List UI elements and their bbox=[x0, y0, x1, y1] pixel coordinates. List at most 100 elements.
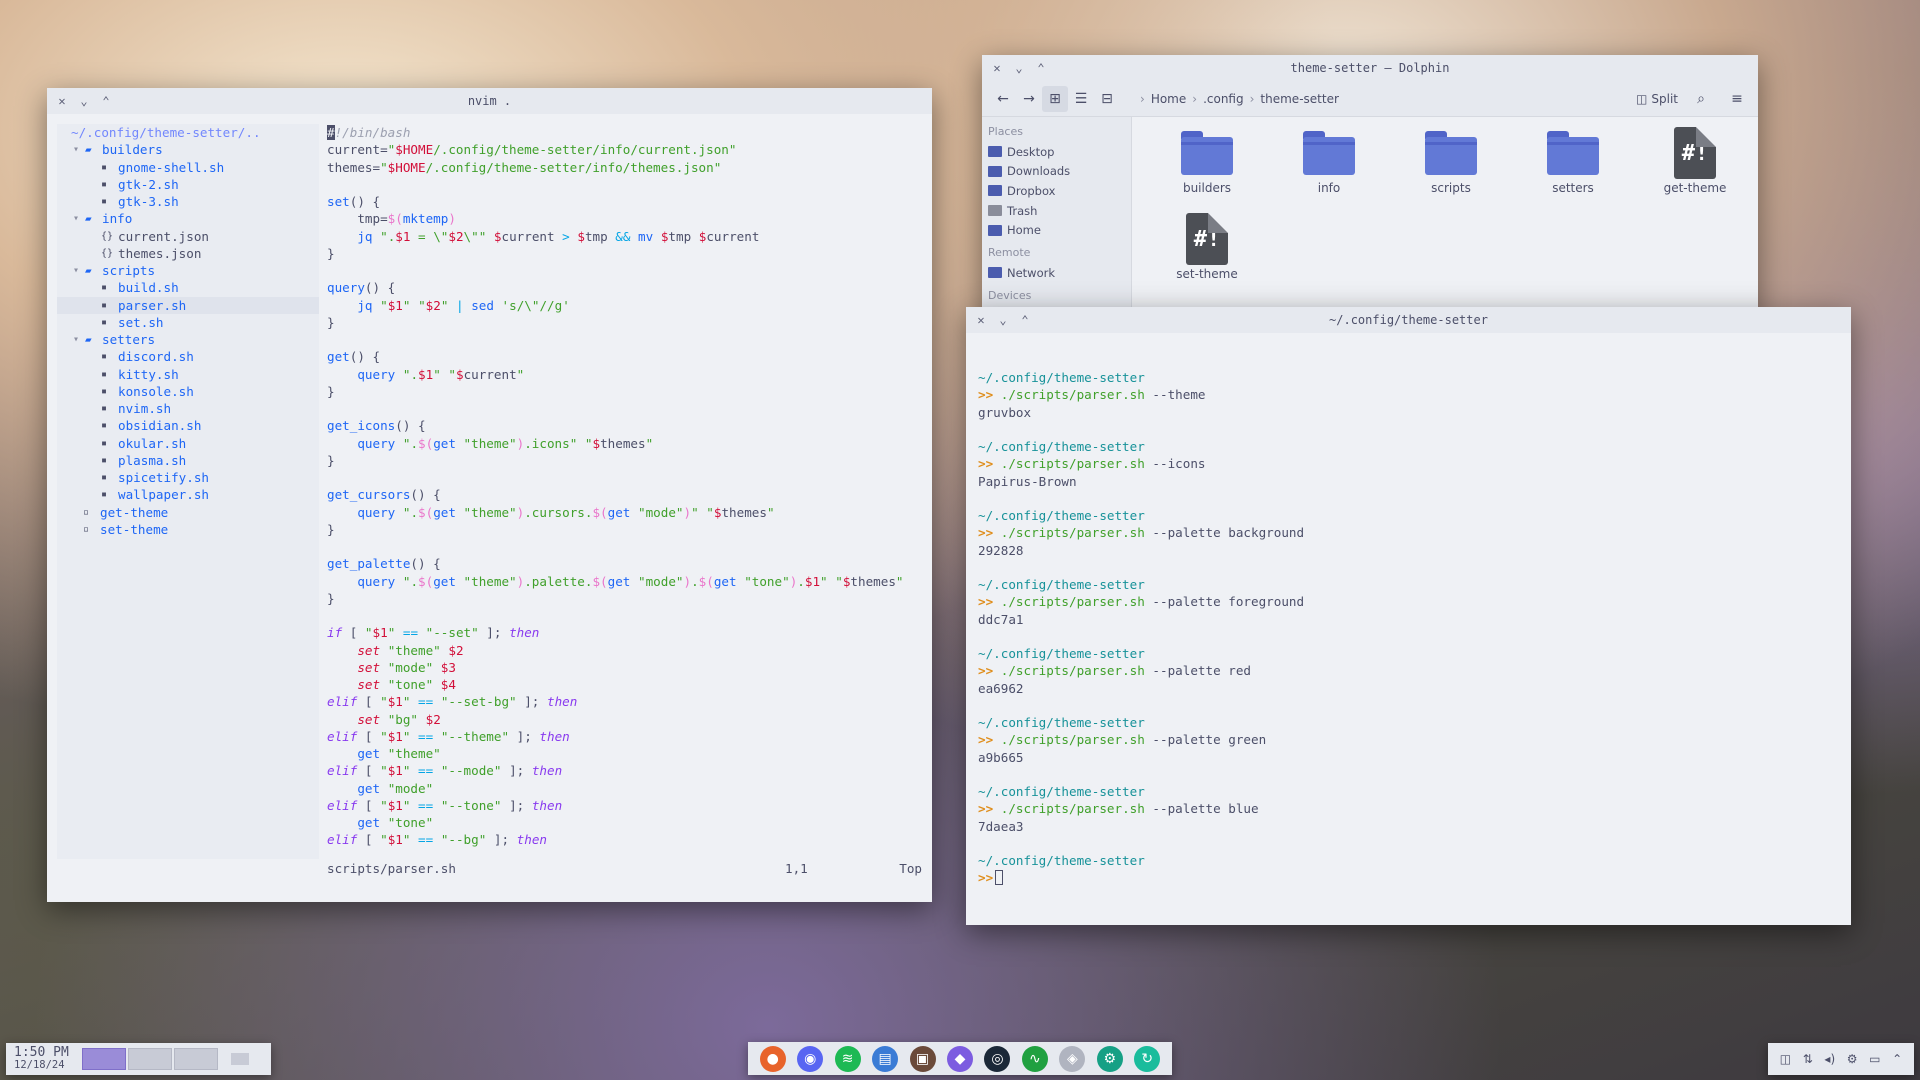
folder-icon: ▰ bbox=[85, 264, 92, 277]
chevron-up-icon[interactable]: ⌃ bbox=[1892, 1052, 1902, 1066]
places-item-home[interactable]: Home bbox=[986, 220, 1127, 240]
left-panel: 1:50 PM 12/18/24 bbox=[6, 1043, 271, 1075]
dir-label: setters bbox=[102, 332, 156, 347]
firefox-icon[interactable]: ● bbox=[759, 1045, 786, 1072]
chevron-down-icon: ▾ bbox=[73, 213, 80, 225]
code-line: set() { bbox=[327, 194, 381, 209]
tree-file[interactable]: ▫ get-theme bbox=[57, 504, 319, 521]
monitor-icon[interactable]: ∿ bbox=[1021, 1045, 1048, 1072]
folder-item[interactable]: builders bbox=[1146, 127, 1268, 213]
tree-file[interactable]: ▪ wallpaper.sh bbox=[57, 486, 319, 503]
code-line: get_cursors() { bbox=[327, 487, 441, 503]
script-item[interactable]: #! set-theme bbox=[1146, 213, 1268, 299]
tree-file[interactable]: {} current.json bbox=[57, 228, 319, 245]
discord-icon[interactable]: ◉ bbox=[797, 1045, 824, 1072]
file-label: discord.sh bbox=[118, 349, 194, 365]
close-icon[interactable]: ✕ bbox=[986, 55, 1008, 81]
breadcrumb-item[interactable]: theme-setter bbox=[1260, 92, 1338, 106]
minimize-icon[interactable]: ⌄ bbox=[73, 88, 95, 114]
places-item-desktop[interactable]: Desktop bbox=[986, 142, 1127, 162]
discord-tray-icon[interactable]: ◫ bbox=[1780, 1052, 1791, 1066]
tree-dir-info[interactable]: ▾ ▰ info bbox=[57, 210, 319, 227]
places-item-dropbox[interactable]: Dropbox bbox=[986, 181, 1127, 201]
tree-file[interactable]: {} themes.json bbox=[57, 245, 319, 262]
hamburger-menu-icon[interactable]: ≡ bbox=[1724, 86, 1750, 112]
tree-file[interactable]: ▪ gtk-2.sh bbox=[57, 176, 319, 193]
tree-file[interactable]: ▪ kitty.sh bbox=[57, 366, 319, 383]
search-icon[interactable]: ⌕ bbox=[1688, 86, 1714, 112]
tree-file[interactable]: ▪ gnome-shell.sh bbox=[57, 159, 319, 176]
tree-file[interactable]: ▪ plasma.sh bbox=[57, 452, 319, 469]
tree-file-selected[interactable]: ▪ parser.sh bbox=[57, 296, 319, 314]
tree-dir-scripts[interactable]: ▾ ▰ scripts bbox=[57, 262, 319, 279]
tree-file[interactable]: ▪ build.sh bbox=[57, 279, 319, 296]
breadcrumb-item[interactable]: .config bbox=[1203, 92, 1244, 106]
terminal-output[interactable]: ~/.config/theme-setter >> ./scripts/parse… bbox=[966, 333, 1851, 925]
code-line: query ".$(get "theme").palette.$(get "mo… bbox=[357, 573, 904, 589]
tree-file[interactable]: ▪ konsole.sh bbox=[57, 383, 319, 400]
script-icon: #! bbox=[1674, 127, 1716, 179]
virtual-desktop-pager bbox=[82, 1048, 260, 1070]
minimize-icon[interactable]: ⌄ bbox=[1008, 55, 1030, 81]
chevron-right-icon: › bbox=[1249, 91, 1255, 106]
tree-dir-setters[interactable]: ▾ ▰ setters bbox=[57, 331, 319, 348]
network-icon[interactable]: ⇅ bbox=[1803, 1052, 1813, 1066]
back-arrow-icon[interactable]: ← bbox=[990, 86, 1016, 112]
dolphin-icon[interactable]: ▤ bbox=[872, 1045, 899, 1072]
desktop-3[interactable] bbox=[174, 1048, 218, 1070]
desktop-1[interactable] bbox=[82, 1048, 126, 1070]
shield-icon[interactable]: ◈ bbox=[1059, 1045, 1086, 1072]
icon-view-icon[interactable]: ⊞ bbox=[1042, 85, 1068, 112]
maximize-icon[interactable]: ⌃ bbox=[1014, 307, 1036, 333]
tree-file[interactable]: ▪ spicetify.sh bbox=[57, 469, 319, 486]
folder-item[interactable]: info bbox=[1268, 127, 1390, 213]
places-item-trash[interactable]: Trash bbox=[986, 201, 1127, 221]
details-view-icon[interactable]: ☰ bbox=[1068, 86, 1094, 112]
spotify-icon[interactable]: ≋ bbox=[834, 1045, 861, 1072]
settings-icon[interactable]: ⚙ bbox=[1847, 1052, 1858, 1066]
file-view: builders info scripts setters #! get-the… bbox=[1132, 117, 1758, 315]
maximize-icon[interactable]: ⌃ bbox=[95, 88, 117, 114]
tree-dir-builders[interactable]: ▾ ▰ builders bbox=[57, 141, 319, 158]
breadcrumb-item[interactable]: Home bbox=[1151, 92, 1186, 106]
volume-icon[interactable]: ◂) bbox=[1824, 1052, 1835, 1066]
tree-root[interactable]: ~/.config/theme-setter/.. bbox=[57, 124, 319, 141]
obsidian-icon[interactable]: ◆ bbox=[946, 1045, 973, 1072]
places-item-network[interactable]: Network bbox=[986, 263, 1127, 283]
tree-file[interactable]: ▪ set.sh bbox=[57, 314, 319, 331]
script-item[interactable]: #! get-theme bbox=[1634, 127, 1756, 213]
close-icon[interactable]: ✕ bbox=[51, 88, 73, 114]
display-icon[interactable]: ▭ bbox=[1869, 1052, 1880, 1066]
steam-icon[interactable]: ◎ bbox=[984, 1045, 1011, 1072]
tree-file[interactable]: ▫ set-theme bbox=[57, 521, 319, 538]
close-icon[interactable]: ✕ bbox=[970, 307, 992, 333]
tree-file[interactable]: ▪ nvim.sh bbox=[57, 400, 319, 417]
places-item-downloads[interactable]: Downloads bbox=[986, 162, 1127, 182]
tree-file[interactable]: ▪ gtk-3.sh bbox=[57, 193, 319, 210]
code-line: elif [ "$1" == "--tone" ]; then bbox=[327, 797, 563, 813]
maximize-icon[interactable]: ⌃ bbox=[1030, 55, 1052, 81]
tree-view-icon[interactable]: ⊟ bbox=[1094, 86, 1120, 112]
settings-icon[interactable]: ⚙ bbox=[1096, 1045, 1123, 1072]
tree-file[interactable]: ▪ okular.sh bbox=[57, 435, 319, 452]
folder-item[interactable]: setters bbox=[1512, 127, 1634, 213]
tree-file[interactable]: ▪ discord.sh bbox=[57, 348, 319, 365]
sync-icon[interactable]: ↻ bbox=[1134, 1045, 1161, 1072]
tree-file[interactable]: ▪ obsidian.sh bbox=[57, 417, 319, 434]
show-desktop-icon[interactable] bbox=[220, 1048, 260, 1070]
folder-item[interactable]: scripts bbox=[1390, 127, 1512, 213]
file-icon: ▪ bbox=[101, 196, 108, 207]
places-label: Desktop bbox=[1007, 144, 1055, 159]
minimize-icon[interactable]: ⌄ bbox=[992, 307, 1014, 333]
terminal-icon[interactable]: ▣ bbox=[909, 1045, 936, 1072]
desktop-2[interactable] bbox=[128, 1048, 172, 1070]
file-icon: ▪ bbox=[101, 385, 108, 397]
command: ./scripts/parser.sh bbox=[1000, 387, 1145, 403]
file-icon: ▪ bbox=[101, 368, 108, 380]
clock[interactable]: 1:50 PM 12/18/24 bbox=[14, 1046, 78, 1071]
code-editor[interactable]: #!/bin/bash current="$HOME/.config/theme… bbox=[327, 124, 924, 859]
script-icon: #! bbox=[1186, 213, 1228, 265]
split-button[interactable]: ◫ Split bbox=[1636, 92, 1678, 106]
forward-arrow-icon[interactable]: → bbox=[1016, 86, 1042, 112]
